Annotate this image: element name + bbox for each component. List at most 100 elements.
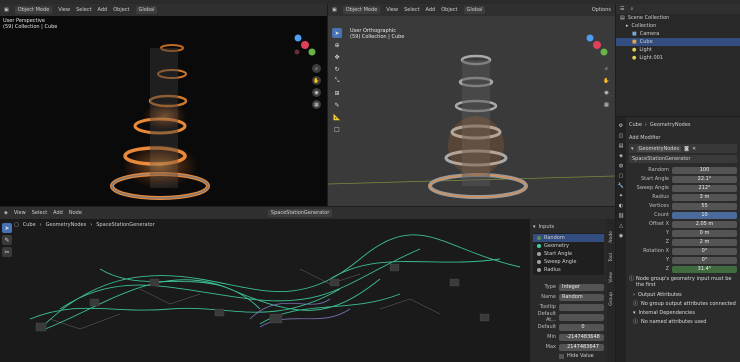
type-dropdown[interactable]: Integer <box>559 283 604 291</box>
transform-tool-icon[interactable]: ⊞ <box>332 88 342 98</box>
hide-value-row[interactable]: Hide Value <box>533 353 604 359</box>
left-menu-view[interactable]: View <box>58 7 70 13</box>
add-modifier-button[interactable]: Add Modifier <box>629 135 737 144</box>
input-item-geometry[interactable]: Geometry <box>533 242 604 250</box>
mid-mode-dropdown[interactable]: Object Mode <box>342 6 381 14</box>
mid-menu-select[interactable]: Select <box>404 7 419 13</box>
input-item-start-angle[interactable]: Start Angle <box>533 250 604 258</box>
field-value[interactable]: 31.4° <box>672 265 737 273</box>
node-menu-view[interactable]: View <box>14 210 26 216</box>
tab-node[interactable]: Node <box>609 231 614 243</box>
node-menu-select[interactable]: Select <box>32 210 47 216</box>
mid-editor-type-icon[interactable]: ▣ <box>332 7 337 13</box>
field-value[interactable]: 0° <box>672 256 737 264</box>
field-value[interactable]: 0 m <box>672 229 737 237</box>
rotate-tool-icon[interactable]: ↻ <box>332 64 342 74</box>
navigation-gizmo[interactable] <box>290 30 320 60</box>
outliner-search-icon[interactable]: ⌕ <box>630 6 633 12</box>
mid-camera-icon[interactable]: ◉ <box>602 88 611 97</box>
outliner-item-camera[interactable]: ■ Camera <box>616 30 740 38</box>
internal-deps-section[interactable]: ▾ Internal Dependencies <box>629 308 737 317</box>
particles-tab-icon[interactable]: ✦ <box>619 193 623 199</box>
left-menu-object[interactable]: Object <box>113 7 129 13</box>
default-field[interactable]: 0 <box>559 323 604 331</box>
tab-tool[interactable]: Tool <box>609 253 614 262</box>
tab-group[interactable]: Group <box>609 292 614 306</box>
mid-menu-add[interactable]: Add <box>426 7 436 13</box>
left-menu-add[interactable]: Add <box>98 7 108 13</box>
min-field[interactable]: -2147483648 <box>559 333 604 341</box>
node-editor-type-icon[interactable]: ◈ <box>4 210 8 216</box>
mid-hand-icon[interactable]: ✋ <box>602 76 611 85</box>
cursor-tool-icon[interactable]: ⊕ <box>332 40 342 50</box>
move-tool-icon[interactable]: ✥ <box>332 52 342 62</box>
mid-options-button[interactable]: Options <box>592 7 611 13</box>
field-value[interactable]: 0° <box>672 247 737 255</box>
mid-menu-object[interactable]: Object <box>441 7 457 13</box>
outliner-editor-icon[interactable]: ☰ <box>620 6 624 12</box>
world-tab-icon[interactable]: ◍ <box>619 163 623 169</box>
default-attr-field[interactable] <box>559 313 604 321</box>
node-group-selector[interactable]: SpaceStationGenerator <box>629 155 737 163</box>
name-field[interactable]: Random <box>559 293 604 301</box>
input-item-random[interactable]: Random <box>533 234 604 242</box>
physics-tab-icon[interactable]: ◐ <box>619 203 623 209</box>
material-tab-icon[interactable]: ◉ <box>619 233 623 239</box>
tool-tab-icon[interactable]: ⚙ <box>619 123 623 129</box>
tab-view[interactable]: View <box>609 272 614 283</box>
hand-icon[interactable]: ✋ <box>312 76 321 85</box>
field-value[interactable]: 22.1° <box>672 175 737 183</box>
camera-icon[interactable]: ◉ <box>312 88 321 97</box>
left-mode-dropdown[interactable]: Object Mode <box>14 6 53 14</box>
editor-type-icon[interactable]: ▣ <box>4 7 9 13</box>
hide-value-checkbox[interactable] <box>559 353 564 359</box>
left-3d-viewport[interactable]: User Perspective (59) Collection | Cube … <box>0 16 327 206</box>
modifier-close-icon[interactable]: ✕ <box>692 146 696 152</box>
field-value[interactable]: 2.05 m <box>672 220 737 228</box>
field-value[interactable]: 100 <box>672 166 737 174</box>
chevron-down-icon[interactable]: ▾ <box>631 146 634 152</box>
mid-3d-viewport[interactable]: ➤ ⊕ ✥ ↻ ⤡ ⊞ ✎ 📐 □ User Orthographic (59)… <box>328 16 615 206</box>
add-cube-tool-icon[interactable]: □ <box>332 124 342 134</box>
output-tab-icon[interactable]: ▤ <box>619 143 624 149</box>
field-value[interactable]: 10 <box>672 211 737 219</box>
scene-collection-row[interactable]: ▤ Scene Collection <box>616 14 740 22</box>
measure-tool-icon[interactable]: 📐 <box>332 112 342 122</box>
field-value[interactable]: 212° <box>672 184 737 192</box>
output-attributes-section[interactable]: › Output Attributes <box>629 290 737 299</box>
mid-navigation-gizmo[interactable] <box>582 30 612 60</box>
zoom-icon[interactable]: ⌕ <box>312 64 321 73</box>
left-menu-select[interactable]: Select <box>76 7 91 13</box>
modifier-name-field[interactable]: GeometryNodes <box>636 145 682 152</box>
node-menu-add[interactable]: Add <box>53 210 63 216</box>
scale-tool-icon[interactable]: ⤡ <box>332 76 342 86</box>
node-canvas[interactable]: ▢ Cube › GeometryNodes › SpaceStationGen… <box>0 219 530 362</box>
constraints-tab-icon[interactable]: ⛓ <box>618 213 624 219</box>
node-menu-node[interactable]: Node <box>69 210 82 216</box>
data-tab-icon[interactable]: △ <box>619 223 623 229</box>
node-group-dropdown[interactable]: SpaceStationGenerator <box>267 209 333 217</box>
mid-zoom-icon[interactable]: ⌕ <box>602 64 611 73</box>
select-tool-icon[interactable]: ➤ <box>332 28 342 38</box>
inputs-header[interactable]: ▾ Inputs <box>533 222 604 231</box>
outliner-item-light[interactable]: ● Light <box>616 46 740 54</box>
mid-menu-view[interactable]: View <box>386 7 398 13</box>
tooltip-field[interactable] <box>559 303 604 311</box>
render-tab-icon[interactable]: ◫ <box>619 133 624 139</box>
input-item-radius[interactable]: Radius <box>533 266 604 274</box>
field-value[interactable]: 3 m <box>672 193 737 201</box>
field-value[interactable]: 2 m <box>672 238 737 246</box>
mid-orientation-dropdown[interactable]: Global <box>463 6 486 14</box>
collection-row[interactable]: ▸ Collection <box>616 22 740 30</box>
scene-tab-icon[interactable]: ◈ <box>619 153 623 159</box>
modifier-visibility-icon[interactable]: ◙ <box>684 146 689 152</box>
annotate-tool-icon[interactable]: ✎ <box>332 100 342 110</box>
object-tab-icon[interactable]: ▢ <box>619 173 624 179</box>
left-orientation-dropdown[interactable]: Global <box>135 6 158 14</box>
outliner-item-light001[interactable]: ● Light.001 <box>616 54 740 62</box>
modifier-tab-icon[interactable]: 🔧 <box>618 183 624 189</box>
field-value[interactable]: 55 <box>672 202 737 210</box>
max-field[interactable]: 2147483647 <box>559 343 604 351</box>
input-item-sweep-angle[interactable]: Sweep Angle <box>533 258 604 266</box>
grid-icon[interactable]: ▦ <box>312 100 321 109</box>
